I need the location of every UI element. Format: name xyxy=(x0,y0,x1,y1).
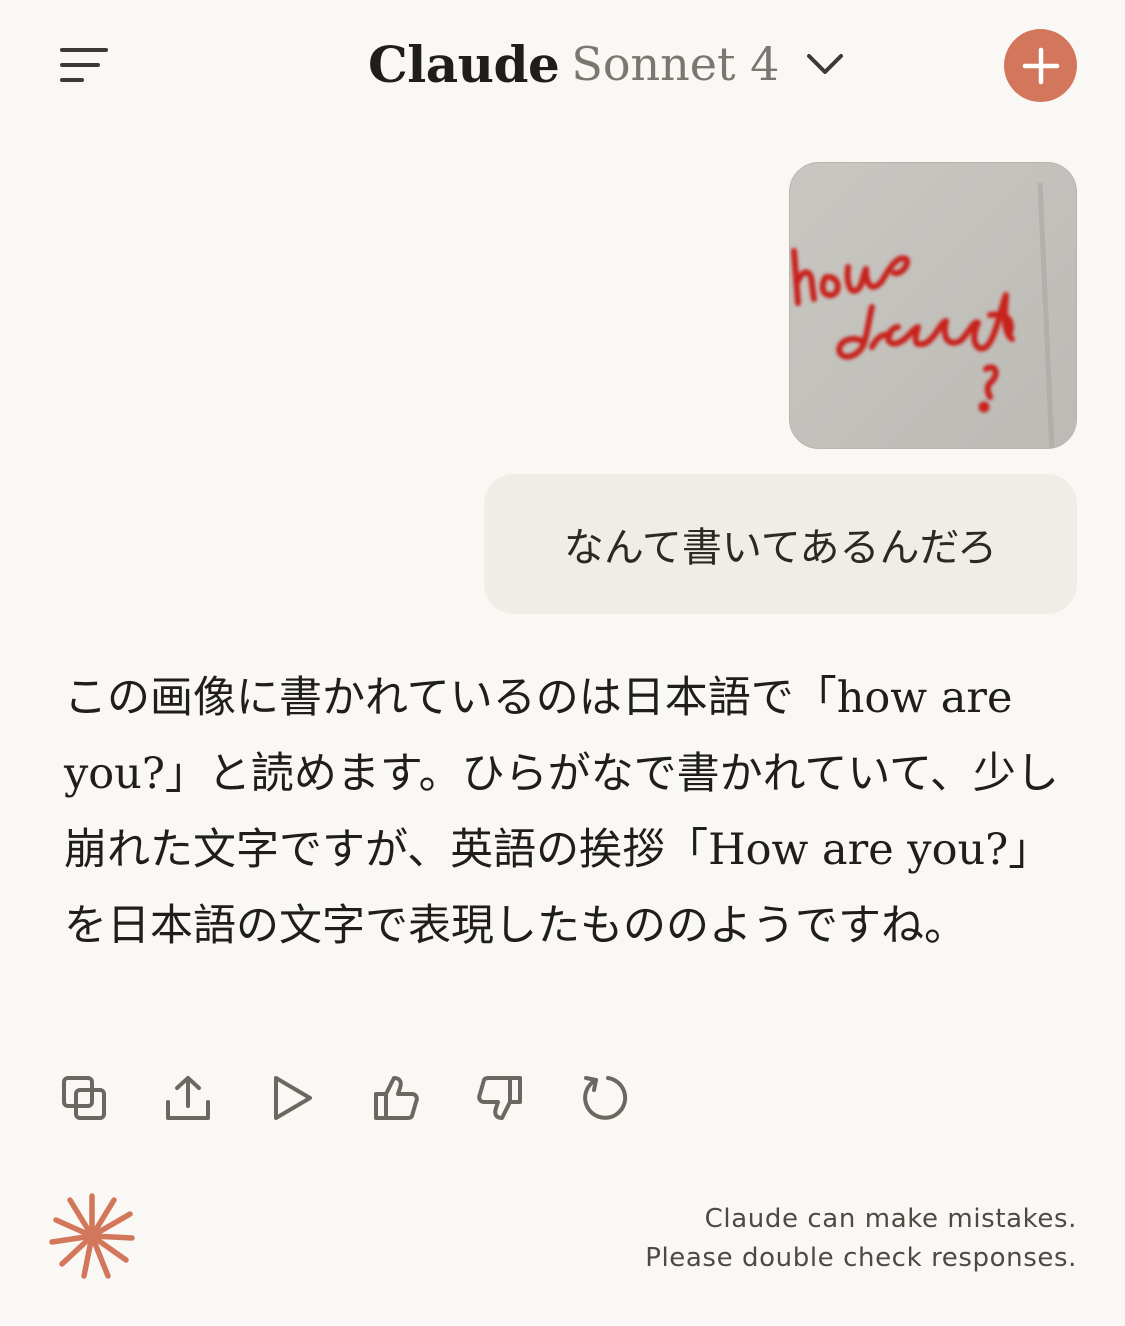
disclaimer: Claude can make mistakes. Please double … xyxy=(645,1200,1077,1278)
play-button[interactable] xyxy=(264,1070,320,1126)
brand-name: Claude xyxy=(368,34,560,94)
copy-icon xyxy=(62,1076,106,1120)
retry-icon xyxy=(583,1076,628,1120)
thumbs-up-icon xyxy=(374,1076,419,1120)
thumbs-down-button[interactable] xyxy=(472,1070,528,1126)
retry-button[interactable] xyxy=(576,1070,632,1126)
share-button[interactable] xyxy=(160,1070,216,1126)
user-message-bubble: なんて書いてあるんだろ xyxy=(484,474,1077,614)
copy-button[interactable] xyxy=(56,1070,112,1126)
disclaimer-line-1: Claude can make mistakes. xyxy=(704,1204,1077,1234)
plus-icon xyxy=(1022,47,1059,84)
model-name: Sonnet 4 xyxy=(571,37,780,91)
hamburger-menu-icon[interactable] xyxy=(56,42,112,90)
claude-spark-icon xyxy=(49,1193,135,1279)
model-selector[interactable]: Claude Sonnet 4 xyxy=(368,28,845,100)
share-icon xyxy=(166,1076,210,1120)
uploaded-image[interactable] xyxy=(789,162,1077,449)
user-message-text: なんて書いてあるんだろ xyxy=(563,525,998,571)
message-action-bar xyxy=(56,1070,632,1126)
thumbs-down-icon xyxy=(477,1076,522,1120)
play-icon xyxy=(274,1076,312,1120)
disclaimer-line-2: Please double check responses. xyxy=(645,1243,1077,1273)
assistant-message: この画像に書かれているのは日本語で「how are you?」と読めます。ひらが… xyxy=(64,673,1059,951)
chat-screen: Claude Sonnet 4 なんて書いてあるんだろ この画像に書かれているの… xyxy=(0,0,1125,1326)
chevron-down-icon xyxy=(805,52,845,76)
new-chat-button[interactable] xyxy=(1004,29,1077,102)
thumbs-up-button[interactable] xyxy=(368,1070,424,1126)
